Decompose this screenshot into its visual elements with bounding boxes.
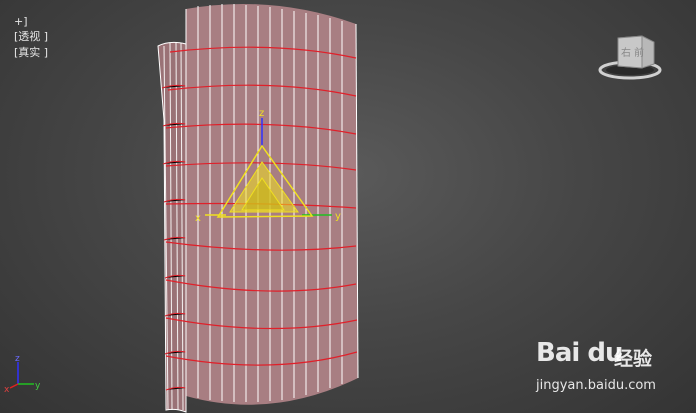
- tripod-y-label: y: [35, 381, 41, 391]
- perspective-viewport[interactable]: +] [透视 ] [真实 ] z x y 右 前 z y x Bai du 经验…: [0, 0, 696, 413]
- tripod-z-label: z: [15, 354, 20, 364]
- baidu-watermark: Bai du 经验 jingyan.baidu.com: [532, 336, 662, 400]
- watermark-cn: 经验: [614, 348, 653, 370]
- watermark-url: jingyan.baidu.com: [536, 378, 656, 393]
- gizmo-z-label: z: [259, 108, 264, 119]
- gizmo-x-label: x: [195, 213, 201, 224]
- viewcube-face-label: 右 前: [621, 46, 644, 59]
- gizmo-y-label: y: [335, 211, 341, 222]
- watermark-brand: Bai du: [536, 338, 623, 368]
- tripod-x-label: x: [4, 385, 10, 394]
- axis-tripod: z y x: [4, 352, 46, 395]
- viewcube[interactable]: 右 前: [598, 30, 662, 82]
